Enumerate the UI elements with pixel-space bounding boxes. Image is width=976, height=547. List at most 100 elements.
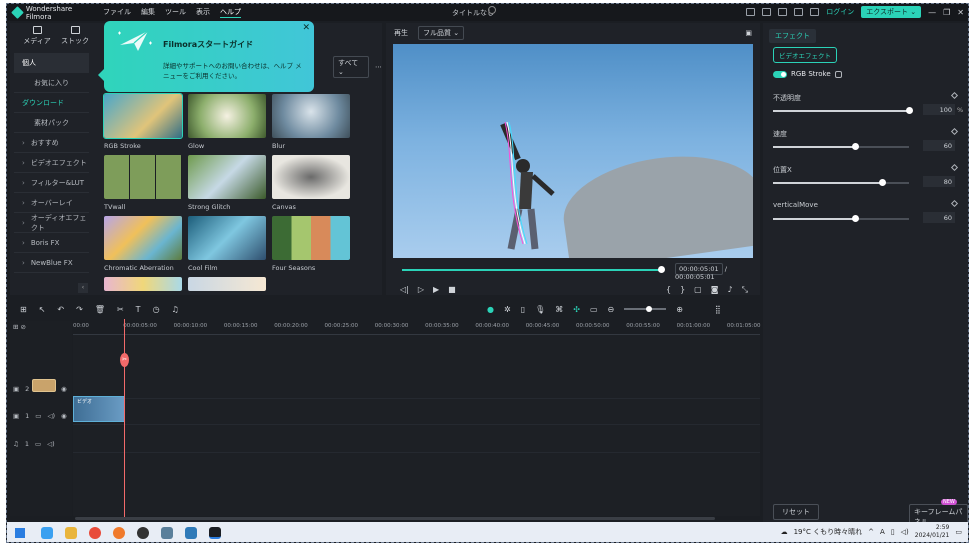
- layout-icon[interactable]: ⊞: [20, 305, 27, 314]
- video-clip[interactable]: ビデオ: [73, 396, 125, 422]
- cart-icon[interactable]: [810, 8, 820, 16]
- sidebar-item[interactable]: 個人: [14, 53, 89, 73]
- track-2-eye-icon[interactable]: ◉: [61, 385, 67, 393]
- playhead[interactable]: [124, 319, 125, 519]
- edge-icon[interactable]: [41, 527, 53, 539]
- select-tool-icon[interactable]: ↖: [39, 305, 46, 314]
- param-slider-knob[interactable]: [851, 215, 859, 222]
- param-slider-knob[interactable]: [906, 107, 913, 114]
- param-slider-knob[interactable]: [851, 143, 859, 150]
- save-icon[interactable]: [762, 8, 772, 16]
- maximize-button[interactable]: ❐: [943, 8, 950, 17]
- weather-icon[interactable]: ☁: [781, 528, 788, 536]
- window-app-icon[interactable]: [185, 527, 197, 539]
- keyframe-diamond-icon[interactable]: [950, 127, 959, 136]
- windows-start-icon[interactable]: [15, 528, 25, 538]
- param-slider[interactable]: [773, 143, 909, 150]
- sidebar-item[interactable]: › オーディオエフェクト: [14, 213, 89, 233]
- timeline-ruler[interactable]: 00:00 00:00:05:00 00:00:10:00 00:00:15:00 00…: [73, 321, 760, 335]
- download-icon[interactable]: [794, 8, 804, 16]
- sidebar-item[interactable]: › フィルター&LUT: [14, 173, 89, 193]
- effect-card[interactable]: [104, 277, 182, 291]
- timeline-scrollbar[interactable]: [75, 517, 715, 520]
- menu-edit[interactable]: 編集: [141, 7, 155, 18]
- message-icon[interactable]: [778, 8, 788, 16]
- effect-checkbox[interactable]: [834, 70, 842, 78]
- weather-text[interactable]: 19°C くもり時々晴れ: [794, 527, 863, 537]
- add-track-icon[interactable]: ⊞ ⊘: [13, 323, 26, 331]
- mic-icon[interactable]: 🎙: [535, 305, 545, 314]
- sidebar-item[interactable]: 素材パック: [14, 113, 89, 133]
- tooltip-close-icon[interactable]: ✕: [302, 23, 310, 33]
- info-icon[interactable]: [488, 6, 496, 14]
- speaker-icon[interactable]: ◁): [901, 528, 909, 536]
- menu-tools[interactable]: ツール: [165, 7, 186, 18]
- effect-card[interactable]: Chromatic Aberration: [104, 216, 182, 272]
- param-slider[interactable]: [773, 179, 909, 186]
- audio-folder-icon[interactable]: ▭: [35, 440, 41, 448]
- grid-icon[interactable]: ⣿: [715, 305, 721, 314]
- effect-card[interactable]: Four Seasons: [272, 216, 350, 272]
- render-icon[interactable]: ●: [487, 305, 494, 314]
- sidebar-item[interactable]: › おすすめ: [14, 133, 89, 153]
- effect-card[interactable]: Glow: [188, 94, 266, 150]
- notification-icon[interactable]: ▭: [955, 528, 962, 536]
- redo-icon[interactable]: ↷: [76, 305, 83, 314]
- ime-indicator[interactable]: A: [880, 528, 885, 536]
- snap-icon[interactable]: ✣: [573, 305, 580, 314]
- param-slider[interactable]: [773, 107, 913, 114]
- collapse-sidebar-button[interactable]: ‹: [78, 283, 88, 293]
- param-value[interactable]: 80: [923, 176, 955, 187]
- seek-knob[interactable]: [658, 266, 665, 273]
- menu-view[interactable]: 表示: [196, 7, 210, 18]
- sidebar-item[interactable]: ダウンロード: [14, 93, 89, 113]
- filter-dropdown[interactable]: すべて ⌄: [333, 56, 369, 78]
- menu-help[interactable]: ヘルプ: [220, 7, 241, 18]
- track-1-folder-icon[interactable]: ▭: [35, 412, 41, 420]
- track-1-eye-icon[interactable]: ◉: [61, 412, 67, 420]
- cut-icon[interactable]: ✂: [117, 305, 124, 314]
- app-icon[interactable]: [161, 527, 173, 539]
- fullscreen-icon[interactable]: ▢: [694, 285, 702, 295]
- login-button[interactable]: ログイン: [826, 7, 854, 17]
- text-icon[interactable]: T: [136, 305, 141, 314]
- stabilize-icon[interactable]: ✲: [504, 305, 511, 314]
- param-slider-knob[interactable]: [878, 179, 886, 186]
- expand-icon[interactable]: ⤡: [742, 285, 748, 295]
- param-value[interactable]: 100: [923, 104, 955, 115]
- keyframe-diamond-icon[interactable]: [950, 91, 959, 100]
- effect-card[interactable]: [188, 277, 266, 291]
- track-1-audio-icon[interactable]: ◁): [47, 412, 55, 420]
- sidebar-item[interactable]: › NewBlue FX: [14, 253, 89, 273]
- split-scissors-icon[interactable]: ✂: [120, 353, 129, 367]
- minimize-button[interactable]: —: [928, 8, 936, 17]
- reset-button[interactable]: リセット: [773, 504, 819, 520]
- quality-dropdown[interactable]: フル品質 ⌄: [418, 26, 465, 40]
- zoom-out-icon[interactable]: ⊖: [608, 305, 615, 314]
- keyframe-diamond-icon[interactable]: [950, 199, 959, 208]
- snapshot-icon[interactable]: ▣: [745, 29, 752, 37]
- mark-in-icon[interactable]: {: [666, 285, 671, 295]
- audio-mute-icon[interactable]: ◁): [47, 440, 55, 448]
- sidebar-item[interactable]: › Boris FX: [14, 233, 89, 253]
- effect-card[interactable]: Strong Glitch: [188, 155, 266, 211]
- undo-icon[interactable]: ↶: [57, 305, 64, 314]
- camera-icon[interactable]: ◙: [711, 285, 719, 295]
- video-effect-badge[interactable]: ビデオエフェクト: [773, 47, 837, 63]
- tray-chevron-icon[interactable]: ^: [868, 528, 874, 536]
- marker-icon[interactable]: ▭: [590, 305, 598, 314]
- sidebar-item[interactable]: › オーバーレイ: [14, 193, 89, 213]
- effect-card[interactable]: RGB Stroke: [103, 93, 183, 150]
- obs-icon[interactable]: [137, 527, 149, 539]
- delete-icon[interactable]: 🗑: [95, 305, 105, 314]
- effect-card[interactable]: Blur: [272, 94, 350, 150]
- file-explorer-icon[interactable]: [65, 527, 77, 539]
- shield-icon[interactable]: ▯: [521, 305, 525, 314]
- effect-card[interactable]: TVwall: [104, 155, 182, 211]
- param-value[interactable]: 60: [923, 140, 955, 151]
- sidebar-item[interactable]: お気に入り: [14, 73, 89, 93]
- tab-stock[interactable]: ストック: [58, 23, 92, 49]
- more-icon[interactable]: ⋯: [375, 63, 382, 71]
- filmora-taskbar-icon[interactable]: [209, 527, 221, 539]
- speed-icon[interactable]: ◷: [153, 305, 160, 314]
